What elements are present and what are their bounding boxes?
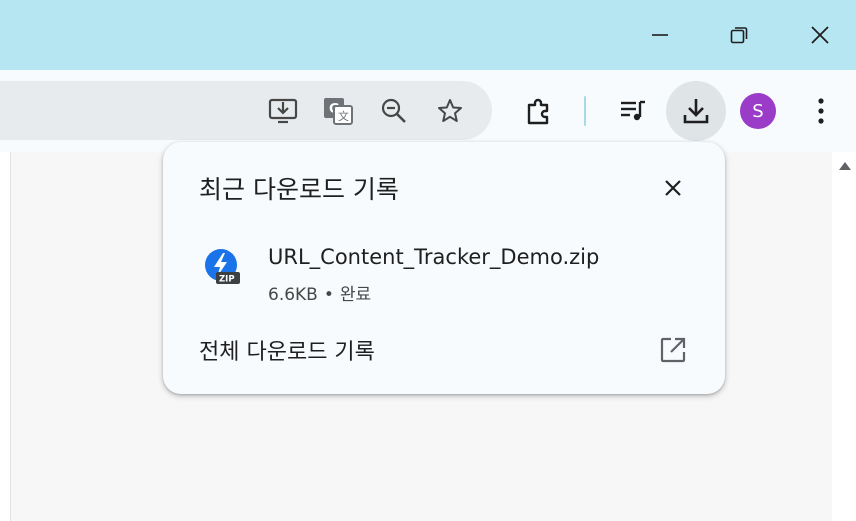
download-file-size: 6.6KB: [268, 285, 318, 305]
profile-initial: S: [752, 100, 764, 122]
downloads-button[interactable]: [666, 81, 726, 141]
media-controls-icon: [621, 100, 645, 121]
minimize-button[interactable]: [637, 12, 683, 58]
media-controls-button[interactable]: [613, 91, 653, 131]
toolbar-divider: [584, 96, 586, 126]
zip-file-icon: ZIP: [203, 248, 243, 288]
scroll-up-arrow-icon[interactable]: [839, 162, 851, 170]
open-in-new-icon: [660, 337, 686, 363]
minimize-icon: [652, 34, 668, 36]
svg-text:文: 文: [338, 109, 349, 123]
downloads-bubble-title: 최근 다운로드 기록: [199, 175, 399, 204]
translate-icon: G 文: [324, 98, 353, 125]
zoom-out-icon: [381, 98, 406, 123]
profile-avatar[interactable]: S: [740, 93, 776, 129]
install-app-icon: [268, 98, 298, 124]
extensions-button[interactable]: [519, 91, 559, 131]
title-bar: [0, 0, 856, 70]
browser-window: G 文: [0, 0, 856, 521]
downloads-bubble: 최근 다운로드 기록 ZIP URL_Content_Tracker_Demo.…: [163, 142, 725, 394]
restore-button[interactable]: [716, 12, 762, 58]
download-status: 완료: [339, 285, 372, 305]
vertical-scrollbar[interactable]: [832, 152, 856, 521]
install-app-button[interactable]: [263, 91, 303, 131]
puzzle-icon: [527, 98, 549, 125]
close-icon: [811, 26, 829, 44]
bookmark-star-icon: [438, 99, 462, 122]
address-bar[interactable]: [0, 81, 492, 140]
more-vert-icon: [818, 98, 824, 124]
meta-separator: •: [323, 285, 334, 305]
browser-toolbar: G 文: [0, 70, 856, 153]
open-downloads-page-button[interactable]: [653, 330, 693, 370]
download-file-meta: 6.6KB • 완료: [268, 280, 371, 305]
download-icon: [683, 99, 709, 124]
zoom-button[interactable]: [374, 91, 414, 131]
download-file-name[interactable]: URL_Content_Tracker_Demo.zip: [268, 245, 599, 269]
all-downloads-link[interactable]: 전체 다운로드 기록: [199, 334, 375, 366]
svg-text:ZIP: ZIP: [219, 275, 235, 285]
close-bubble-button[interactable]: [653, 168, 693, 208]
close-window-button[interactable]: [797, 12, 843, 58]
translate-button[interactable]: G 文: [318, 91, 358, 131]
bookmark-button[interactable]: [430, 91, 470, 131]
browser-menu-button[interactable]: [801, 91, 841, 131]
close-icon: [665, 180, 681, 196]
restore-icon: [730, 27, 748, 44]
